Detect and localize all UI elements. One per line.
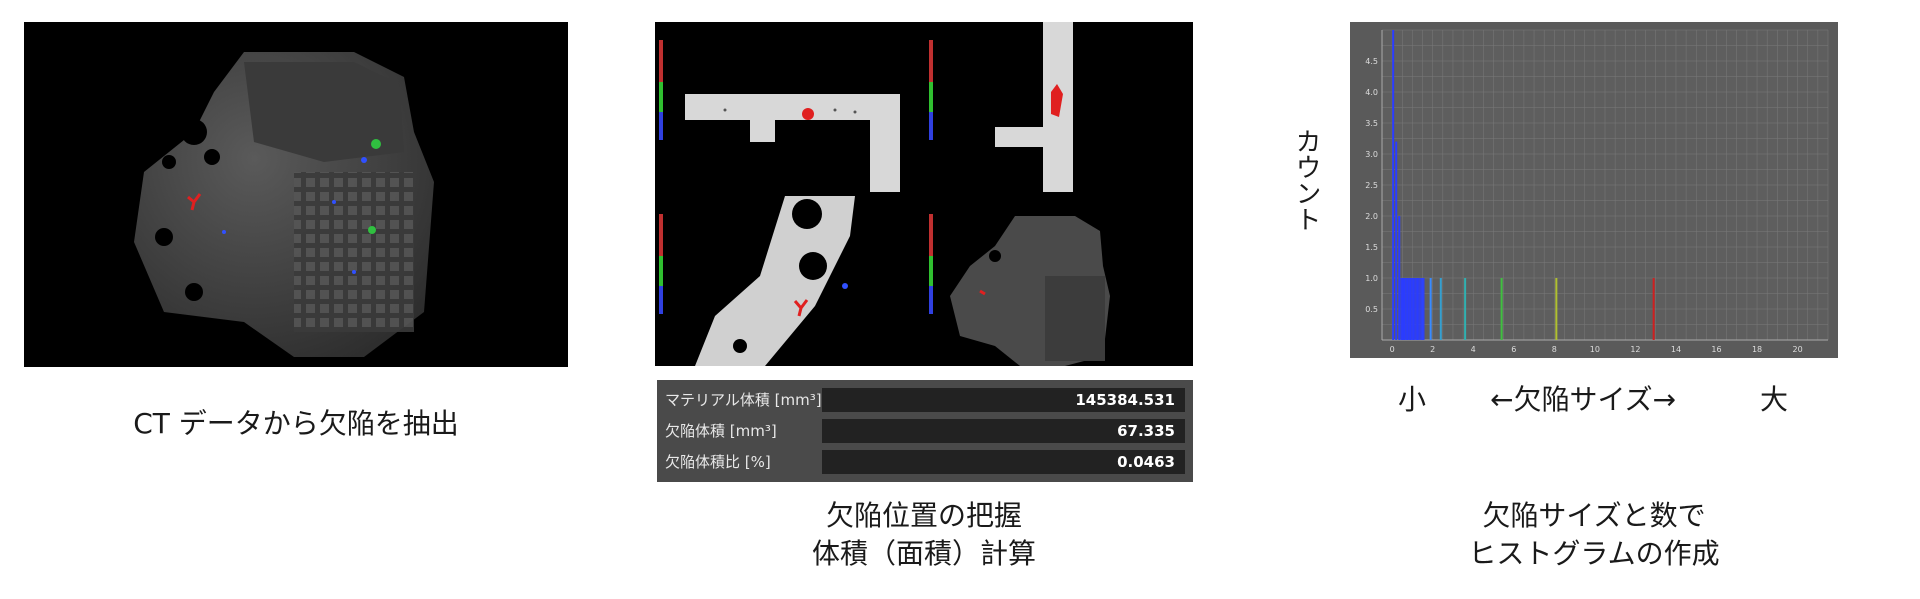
y-tick-label: 1.0 [1365, 274, 1378, 283]
histogram-panel: 0 2 4 6 8 10 12 14 16 18 20 0.5 1.0 1.5 2.0 2.5 3.0 3.5 4.… [1350, 22, 1838, 358]
histogram-chart: 0 2 4 6 8 10 12 14 16 18 20 0.5 1.0 1.5 2.0 2.5 3.0 3.5 4.… [1365, 29, 1829, 354]
slice-view-3 [659, 196, 855, 366]
stats-row: 欠陥体積 [mm³] 67.335 [657, 418, 1193, 444]
panel1-caption: CT データから欠陥を抽出 [133, 407, 459, 440]
y-tick-label: 2.5 [1365, 181, 1378, 190]
stats-label: 欠陥体積比 [%] [665, 453, 771, 471]
y-tick-label: 3.5 [1365, 119, 1378, 128]
stats-label: マテリアル体積 [mm³] [665, 391, 822, 409]
histogram-bar [1429, 278, 1432, 340]
x-mid-label: ←欠陥サイズ→ [1490, 383, 1677, 416]
viewport-top-right [925, 22, 1193, 192]
slice-view-1 [659, 40, 900, 192]
y-tick-label: 4.5 [1365, 57, 1378, 66]
y-tick-label: 1.5 [1365, 243, 1378, 252]
ct-render-panel [24, 22, 568, 367]
y-tick-label: 4.0 [1365, 88, 1378, 97]
y-tick-label: 2.0 [1365, 212, 1378, 221]
histogram-bar [1652, 278, 1655, 340]
histogram-bar-cluster [1400, 278, 1425, 340]
stats-value: 145384.531 [1075, 391, 1175, 409]
y-tick-label: 3.0 [1365, 150, 1378, 159]
x-tick-label: 4 [1471, 345, 1476, 354]
3d-view-small [929, 214, 1110, 366]
x-tick-label: 8 [1552, 345, 1557, 354]
y-tick-label: 0.5 [1365, 305, 1378, 314]
stats-value: 67.335 [1117, 422, 1175, 440]
stats-label: 欠陥体積 [mm³] [665, 422, 777, 440]
volume-stats-table: マテリアル体積 [mm³] 145384.531 欠陥体積 [mm³] 67.3… [657, 380, 1193, 482]
panel2-caption-line2: 体積（面積）計算 [811, 537, 1036, 570]
x-tick-label: 10 [1590, 345, 1600, 354]
viewport-top-left [655, 22, 923, 192]
x-tick-label: 20 [1792, 345, 1802, 354]
panel3-caption-line1: 欠陥サイズと数で [1482, 499, 1706, 532]
slice-view-2 [929, 22, 1073, 192]
stats-row: 欠陥体積比 [%] 0.0463 [657, 449, 1193, 475]
histogram-bar [1500, 278, 1503, 340]
histogram-bar [1439, 278, 1442, 340]
histogram-y-label: カウント [1291, 128, 1321, 232]
x-tick-label: 18 [1752, 345, 1762, 354]
x-small-label: 小 [1398, 383, 1427, 416]
panel3-caption: 欠陥サイズと数で ヒストグラムの作成 [1350, 497, 1838, 573]
viewport-bottom-left [655, 196, 923, 366]
viewport-bottom-right [925, 196, 1193, 366]
x-tick-label: 16 [1711, 345, 1721, 354]
histogram-bar [1555, 278, 1558, 340]
x-large-label: 大 [1760, 383, 1789, 416]
stats-row: マテリアル体積 [mm³] 145384.531 [657, 387, 1193, 413]
panel2-caption-line1: 欠陥位置の把握 [825, 499, 1022, 532]
histogram-bar [1398, 216, 1401, 340]
x-tick-label: 14 [1671, 345, 1681, 354]
histogram-bar [1395, 141, 1398, 340]
x-tick-label: 6 [1511, 345, 1516, 354]
ct-part-render [134, 52, 434, 357]
slice-viewports-panel [655, 22, 1193, 366]
histogram-bar [1392, 30, 1395, 340]
histogram-bar [1464, 278, 1467, 340]
panel2-caption: 欠陥位置の把握 体積（面積）計算 [655, 497, 1193, 573]
x-tick-label: 12 [1630, 345, 1640, 354]
x-tick-label: 2 [1430, 345, 1435, 354]
stats-value: 0.0463 [1117, 453, 1175, 471]
panel3-caption-line2: ヒストグラムの作成 [1468, 537, 1720, 570]
x-tick-label: 0 [1390, 345, 1395, 354]
